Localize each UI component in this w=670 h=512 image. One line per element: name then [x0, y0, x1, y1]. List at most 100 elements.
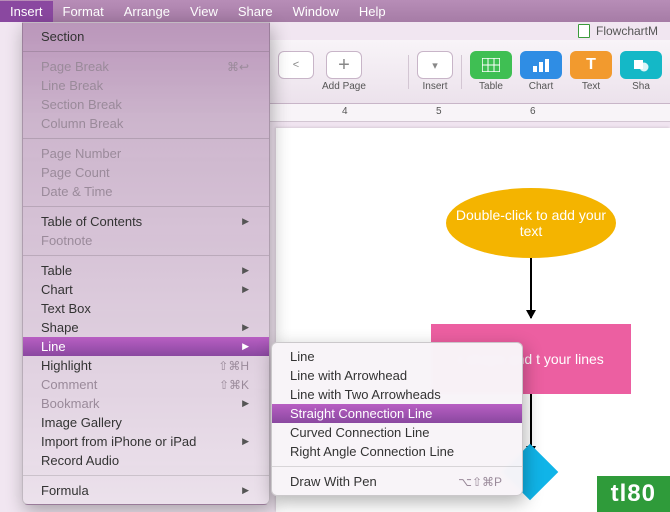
ruler-mark: 5: [436, 106, 442, 117]
menu-arrange[interactable]: Arrange: [114, 1, 180, 22]
insert-menu-item[interactable]: Formula ▶: [23, 481, 269, 500]
menu-item-label: Record Audio: [41, 453, 119, 468]
menu-share[interactable]: Share: [228, 1, 283, 22]
line-submenu-item[interactable]: Line: [272, 347, 522, 366]
insert-menu-item[interactable]: Line ▶: [23, 337, 269, 356]
insert-menu-item: Line Break: [23, 76, 269, 95]
toolbar-add-page[interactable]: + Add Page: [322, 51, 366, 92]
toolbar-divider: [408, 55, 409, 89]
insert-menu-item[interactable]: Import from iPhone or iPad▶: [23, 432, 269, 451]
toolbar: < + Add Page ▾ Insert Table Chart T Text…: [270, 40, 670, 104]
toolbar-insert-label: Insert: [422, 81, 447, 92]
chart-icon: [520, 51, 562, 79]
menu-item-label: Formula: [41, 483, 89, 498]
menu-help[interactable]: Help: [349, 1, 396, 22]
insert-menu-item: Page Number: [23, 144, 269, 163]
menu-separator: [23, 255, 269, 256]
insert-menu-item[interactable]: Record Audio: [23, 451, 269, 470]
menu-item-shortcut: ⌘↩: [227, 60, 249, 74]
menu-item-label: Image Gallery: [41, 415, 122, 430]
menu-view[interactable]: View: [180, 1, 228, 22]
menu-item-label: Table of Contents: [41, 214, 142, 229]
menu-item-label: Shape: [41, 320, 79, 335]
insert-menu-item: Page Break⌘↩: [23, 57, 269, 76]
submenu-arrow-icon: ▶: [242, 216, 249, 227]
insert-menu-dropdown: SectionPage Break⌘↩Line BreakSection Bre…: [22, 22, 270, 505]
toolbar-insert[interactable]: ▾ Insert: [417, 51, 453, 92]
menu-item-label: Straight Connection Line: [290, 406, 432, 421]
menu-item-label: Curved Connection Line: [290, 425, 429, 440]
toolbar-table-label: Table: [479, 81, 503, 92]
menu-item-shortcut: ⇧⌘K: [219, 378, 249, 392]
menu-item-label: Comment: [41, 377, 97, 392]
toolbar-prev[interactable]: <: [278, 51, 314, 92]
line-submenu-item[interactable]: Line with Two Arrowheads: [272, 385, 522, 404]
insert-menu-item: Comment ⇧⌘K: [23, 375, 269, 394]
toolbar-shape-label: Sha: [632, 81, 650, 92]
watermark: tl80: [597, 476, 670, 512]
menu-window[interactable]: Window: [283, 1, 349, 22]
toolbar-chart-label: Chart: [529, 81, 553, 92]
line-submenu-item[interactable]: Curved Connection Line: [272, 423, 522, 442]
menu-item-label: Line: [290, 349, 315, 364]
menu-separator: [272, 466, 522, 467]
insert-menu-item[interactable]: Text Box: [23, 299, 269, 318]
menu-item-label: Line with Arrowhead: [290, 368, 407, 383]
toolbar-text[interactable]: T Text: [570, 51, 612, 92]
menu-item-shortcut: ⌥⇧⌘P: [458, 475, 502, 489]
menu-item-label: Page Count: [41, 165, 110, 180]
menu-insert[interactable]: Insert: [0, 1, 53, 22]
toolbar-text-label: Text: [582, 81, 600, 92]
insert-menu-item[interactable]: Highlight ⇧⌘H: [23, 356, 269, 375]
submenu-arrow-icon: ▶: [242, 485, 249, 496]
menu-item-shortcut: ⇧⌘H: [218, 359, 249, 373]
document-icon: [578, 24, 590, 38]
flowchart-arrow[interactable]: [530, 258, 532, 318]
insert-menu-item: Column Break: [23, 114, 269, 133]
toolbar-chart[interactable]: Chart: [520, 51, 562, 92]
insert-menu-item[interactable]: Table of Contents ▶: [23, 212, 269, 231]
line-submenu-item[interactable]: Draw With Pen ⌥⇧⌘P: [272, 472, 522, 491]
insert-menu-item: Date & Time: [23, 182, 269, 201]
insert-menu-item[interactable]: Table▶: [23, 261, 269, 280]
line-submenu: Line Line with Arrowhead Line with Two Arr…: [271, 342, 523, 496]
menu-item-label: Page Number: [41, 146, 121, 161]
insert-menu-item[interactable]: Section: [23, 27, 269, 46]
menu-item-label: Text Box: [41, 301, 91, 316]
document-title: FlowchartM: [596, 24, 658, 38]
menu-item-label: Draw With Pen: [290, 474, 377, 489]
insert-menu-item: Bookmark▶: [23, 394, 269, 413]
table-icon: [470, 51, 512, 79]
line-submenu-item[interactable]: Right Angle Connection Line: [272, 442, 522, 461]
submenu-arrow-icon: ▶: [242, 284, 249, 295]
line-submenu-item[interactable]: Straight Connection Line: [272, 404, 522, 423]
insert-menu-item[interactable]: Shape ▶: [23, 318, 269, 337]
menu-item-label: Bookmark: [41, 396, 100, 411]
menu-item-label: Line Break: [41, 78, 103, 93]
ruler: 4 5 6: [270, 104, 670, 122]
menu-item-label: Right Angle Connection Line: [290, 444, 454, 459]
menu-separator: [23, 138, 269, 139]
ruler-mark: 6: [530, 106, 536, 117]
insert-menu-item[interactable]: Chart ▶: [23, 280, 269, 299]
toolbar-table[interactable]: Table: [470, 51, 512, 92]
menu-separator: [23, 475, 269, 476]
text-icon: T: [570, 51, 612, 79]
menu-item-label: Line with Two Arrowheads: [290, 387, 441, 402]
menu-format[interactable]: Format: [53, 1, 114, 22]
menu-item-label: Date & Time: [41, 184, 113, 199]
menu-item-label: Chart: [41, 282, 73, 297]
plus-icon: +: [326, 51, 362, 79]
insert-menu-item: Page Count: [23, 163, 269, 182]
menu-separator: [23, 51, 269, 52]
flowchart-terminator-shape[interactable]: Double-click to add your text: [446, 188, 616, 258]
menu-item-label: Line: [41, 339, 66, 354]
insert-menu-item[interactable]: Image Gallery: [23, 413, 269, 432]
toolbar-shape[interactable]: Sha: [620, 51, 662, 92]
menu-item-label: Import from iPhone or iPad: [41, 434, 196, 449]
menu-item-label: Highlight: [41, 358, 92, 373]
line-submenu-item[interactable]: Line with Arrowhead: [272, 366, 522, 385]
submenu-arrow-icon: ▶: [242, 322, 249, 333]
submenu-arrow-icon: ▶: [242, 341, 249, 352]
menu-separator: [23, 206, 269, 207]
